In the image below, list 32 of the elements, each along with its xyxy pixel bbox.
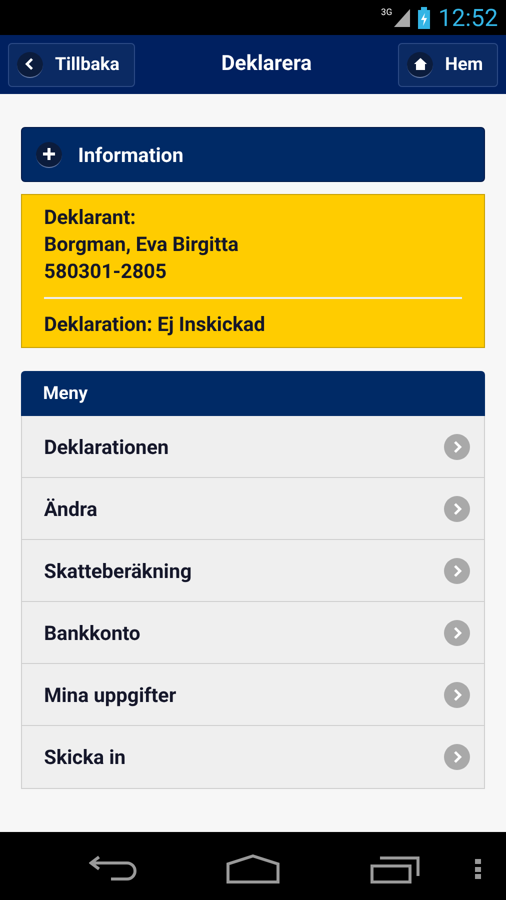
- declarant-name: Borgman, Eva Birgitta: [44, 231, 240, 258]
- declarant-id: 580301-2805: [44, 258, 168, 285]
- menu-item[interactable]: Deklarationen: [22, 416, 484, 478]
- declarant-label: Deklarant:: [44, 204, 137, 231]
- more-icon[interactable]: [475, 859, 481, 879]
- battery-icon: [418, 6, 430, 28]
- menu-item[interactable]: Ändra: [22, 478, 484, 540]
- chevron-icon: [444, 620, 470, 646]
- menu-header: Meny: [21, 371, 485, 416]
- home-icon[interactable]: [226, 854, 280, 884]
- plus-icon: [36, 142, 62, 168]
- menu-item[interactable]: Bankkonto: [22, 602, 484, 664]
- back-icon: [17, 52, 43, 78]
- signal-icon: [394, 8, 410, 26]
- back-icon[interactable]: [89, 855, 137, 882]
- home-button[interactable]: Hem: [398, 42, 498, 86]
- chevron-icon: [444, 744, 470, 770]
- recent-apps-icon[interactable]: [370, 856, 420, 884]
- chevron-icon: [444, 682, 470, 708]
- menu-item[interactable]: Skicka in: [22, 726, 484, 788]
- network-type: 3G: [381, 8, 392, 18]
- menu-item[interactable]: Skatteberäkning: [22, 540, 484, 602]
- declaration-status: Deklaration: Ej Inskickad: [44, 311, 266, 338]
- chevron-icon: [444, 558, 470, 584]
- menu-item[interactable]: Mina uppgifter: [22, 664, 484, 726]
- chevron-icon: [444, 434, 470, 460]
- information-toggle[interactable]: Information: [21, 127, 485, 182]
- back-button[interactable]: Tillbaka: [8, 42, 135, 86]
- home-icon: [407, 52, 433, 78]
- clock: 12:52: [438, 6, 498, 30]
- page-title: Deklarera: [221, 50, 312, 78]
- chevron-icon: [444, 496, 470, 522]
